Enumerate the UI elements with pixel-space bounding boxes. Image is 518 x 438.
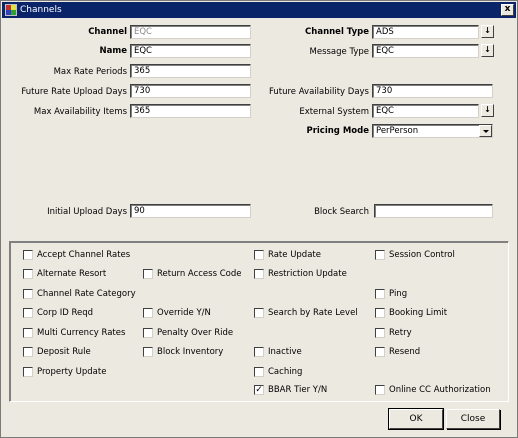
external-system-label: External System [299,107,369,117]
checkbox-box[interactable] [23,367,33,377]
future-availability-days-label: Future Availability Days [268,87,369,97]
checkbox-label: Search by Rate Level [268,308,358,318]
checkbox-label: Multi Currency Rates [37,328,126,338]
checkmark-icon: ✓ [255,385,263,395]
checkbox-box[interactable] [254,367,264,377]
checkbox-label: Caching [268,367,303,377]
checkbox-box[interactable] [143,308,153,318]
checkbox-box[interactable] [375,385,385,395]
channel-label: Channel [88,27,127,37]
checkbox-box[interactable] [23,308,33,318]
future-rate-upload-days-field[interactable]: 730 [130,84,251,98]
checkbox-box[interactable] [23,269,33,279]
future-rate-upload-days-label: Future Rate Upload Days [21,87,127,97]
checkbox-box[interactable] [254,250,264,260]
arrow-down-icon: ↓ [484,105,491,114]
external-system-field[interactable]: EQC [372,104,479,118]
window-title: Channels [20,5,62,15]
channel-type-lov-button[interactable]: ↓ [481,25,494,38]
max-rate-periods-field[interactable]: 365 [130,64,251,78]
initial-upload-days-label: Initial Upload Days [47,207,127,217]
checkbox-label: Restriction Update [268,269,347,279]
checkbox-label: Override Y/N [157,308,211,318]
checkbox-label: Deposit Rule [37,347,91,357]
checkbox-label: Retry [389,328,412,338]
close-button[interactable]: Close [446,409,500,429]
pricing-mode-label: Pricing Mode [306,126,369,136]
channels-dialog: Channels x Channel EQC Name EQC Max Rate… [0,0,518,438]
checkbox-box[interactable] [23,289,33,299]
checkbox-box[interactable] [143,328,153,338]
channel-field[interactable]: EQC [130,25,251,39]
close-icon: x [504,4,511,14]
checkbox-label: BBAR Tier Y/N [268,385,328,395]
app-icon [5,4,17,16]
checkbox-box[interactable] [23,347,33,357]
max-rate-periods-label: Max Rate Periods [53,67,127,77]
checkbox-label: Accept Channel Rates [37,250,131,260]
checkbox-box[interactable] [375,289,385,299]
checkbox-label: Alternate Resort [37,269,107,279]
message-type-field[interactable]: EQC [372,44,479,58]
checkbox-label: Corp ID Reqd [37,308,94,318]
checkbox-box[interactable] [375,308,385,318]
channel-type-field[interactable]: ADS [372,25,479,39]
name-label: Name [99,46,127,56]
checkbox-box[interactable] [143,269,153,279]
checkbox-box[interactable] [23,328,33,338]
checkbox-box[interactable] [375,347,385,357]
ok-button[interactable]: OK [388,408,444,430]
external-system-lov-button[interactable]: ↓ [481,104,494,117]
max-availability-items-field[interactable]: 365 [130,104,251,118]
channel-type-label: Channel Type [305,27,369,37]
pricing-mode-dropdown-button[interactable] [479,125,492,137]
arrow-down-icon: ↓ [484,26,491,35]
checkbox-label: Booking Limit [389,308,448,318]
checkbox-box[interactable] [375,328,385,338]
checkbox-label: Return Access Code [157,269,242,279]
max-availability-items-label: Max Availability Items [33,107,127,117]
checkbox-label: Session Control [389,250,455,260]
checkbox-box[interactable] [254,269,264,279]
checkbox-box[interactable] [23,250,33,260]
checkbox-box[interactable] [254,347,264,357]
checkbox-box[interactable] [375,250,385,260]
checkbox-label: Rate Update [268,250,321,260]
arrow-down-icon: ↓ [484,45,491,54]
checkbox-label: Penalty Over Ride [157,328,234,338]
message-type-lov-button[interactable]: ↓ [481,44,494,57]
checkbox-label: Property Update [37,367,107,377]
checkbox-label: Inactive [268,347,302,357]
message-type-label: Message Type [309,47,369,57]
checkbox-label: Resend [389,347,421,357]
checkbox-box[interactable]: ✓ [254,385,264,395]
checkbox-box[interactable] [254,308,264,318]
pricing-mode-value: PerPerson [376,126,419,136]
checkbox-box[interactable] [143,347,153,357]
block-search-field[interactable] [374,204,493,218]
checkbox-label: Block Inventory [157,347,224,357]
block-search-label: Block Search [314,207,369,217]
checkbox-label: Online CC Authorization [389,385,491,395]
initial-upload-days-field[interactable]: 90 [130,204,251,218]
close-window-button[interactable]: x [501,4,514,16]
future-availability-days-field[interactable]: 730 [372,84,493,98]
pricing-mode-select[interactable]: PerPerson [372,124,493,138]
checkbox-label: Ping [389,289,408,299]
name-field[interactable]: EQC [130,44,251,58]
title-bar[interactable]: Channels x [2,2,516,18]
checkbox-label: Channel Rate Category [37,289,136,299]
